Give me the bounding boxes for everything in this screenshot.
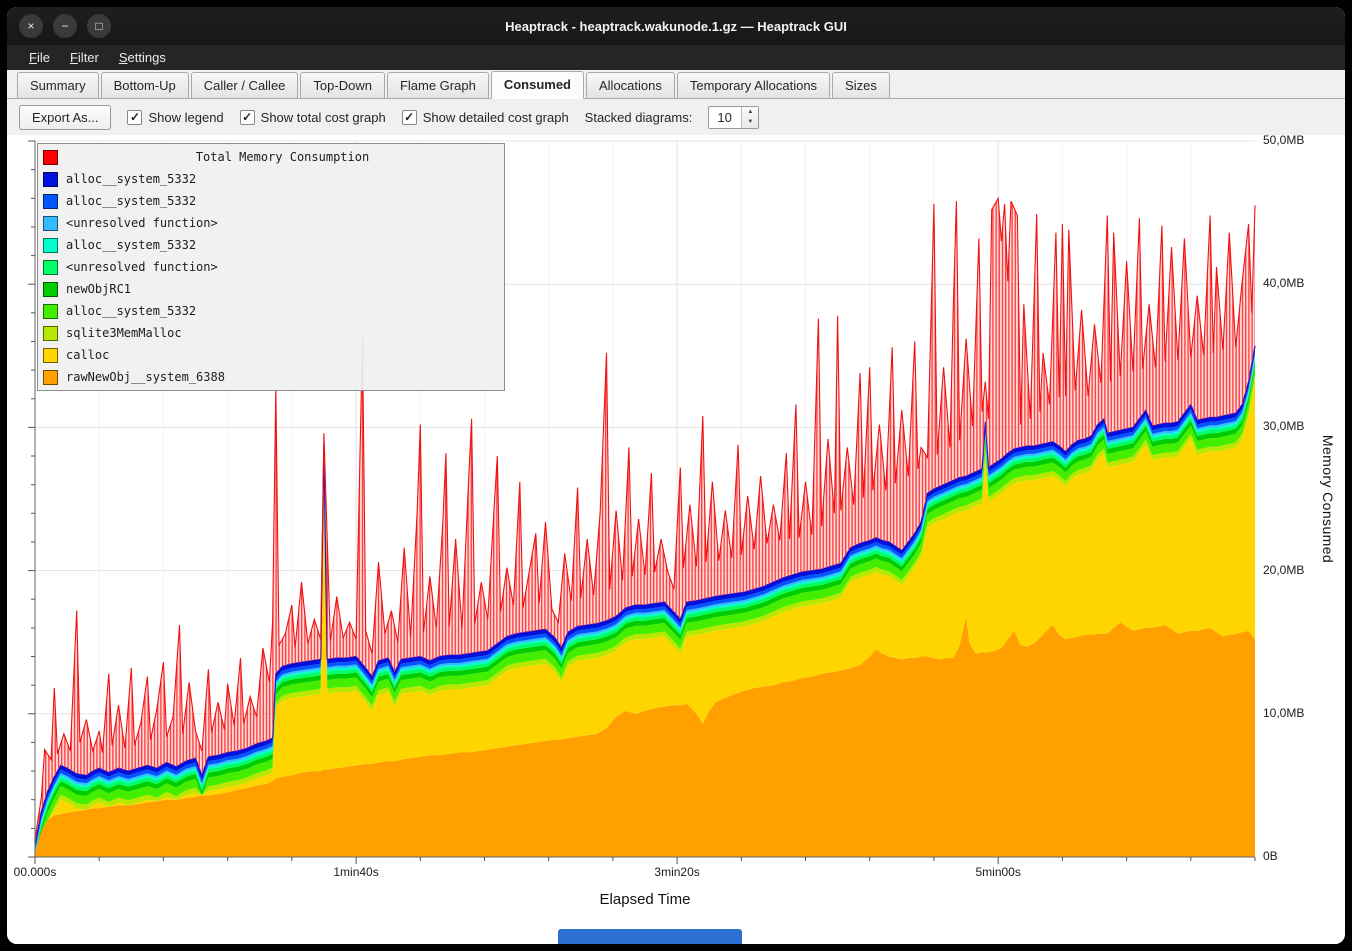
legend-row: sqlite3MemMalloc bbox=[38, 322, 504, 344]
legend-swatch bbox=[43, 260, 58, 275]
spin-up-icon: ▲ bbox=[747, 109, 753, 115]
legend-swatch bbox=[43, 216, 58, 231]
chart-legend: Total Memory Consumption alloc__system_53… bbox=[37, 143, 505, 391]
menu-settings[interactable]: Settings bbox=[109, 47, 176, 68]
window-controls: × − □ bbox=[19, 14, 111, 38]
checkbox-label: Show total cost graph bbox=[261, 110, 386, 125]
checkbox-label: Show detailed cost graph bbox=[423, 110, 569, 125]
export-as-button[interactable]: Export As... bbox=[19, 105, 111, 130]
menu-file[interactable]: File bbox=[19, 47, 60, 68]
y-tick-label: 10,0MB bbox=[1263, 706, 1304, 720]
stacked-diagrams-label: Stacked diagrams: bbox=[585, 110, 693, 125]
spinbox-up-button[interactable]: ▲ bbox=[742, 107, 758, 118]
legend-row: alloc__system_5332 bbox=[38, 234, 504, 256]
legend-row: alloc__system_5332 bbox=[38, 190, 504, 212]
x-tick-label: 3min20s bbox=[654, 865, 699, 879]
legend-label: <unresolved function> bbox=[66, 260, 218, 274]
tab-summary[interactable]: Summary bbox=[17, 72, 99, 98]
legend-swatch bbox=[43, 370, 58, 385]
tab-allocations[interactable]: Allocations bbox=[586, 72, 675, 98]
y-tick-label: 20,0MB bbox=[1263, 563, 1304, 577]
legend-swatch bbox=[43, 172, 58, 187]
tab-temporary-allocations[interactable]: Temporary Allocations bbox=[677, 72, 830, 98]
legend-label: alloc__system_5332 bbox=[66, 172, 196, 186]
close-icon: × bbox=[27, 20, 34, 32]
minimize-button[interactable]: − bbox=[53, 14, 77, 38]
legend-row: rawNewObj__system_6388 bbox=[38, 366, 504, 388]
checkbox-box[interactable]: ✓ bbox=[402, 110, 417, 125]
tab-caller-callee[interactable]: Caller / Callee bbox=[191, 72, 299, 98]
tab-consumed[interactable]: Consumed bbox=[491, 71, 584, 99]
checkbox-box[interactable]: ✓ bbox=[240, 110, 255, 125]
spinbox-down-button[interactable]: ▼ bbox=[742, 117, 758, 128]
legend-swatch bbox=[43, 304, 58, 319]
checkbox-label: Show legend bbox=[148, 110, 223, 125]
legend-swatch bbox=[43, 150, 58, 165]
bottom-accent-bar bbox=[558, 929, 742, 944]
y-tick-label: 40,0MB bbox=[1263, 276, 1304, 290]
x-axis-title: Elapsed Time bbox=[600, 891, 691, 908]
legend-swatch bbox=[43, 282, 58, 297]
legend-swatch bbox=[43, 194, 58, 209]
minimize-icon: − bbox=[61, 20, 68, 32]
checkbox-show-total-cost-graph[interactable]: ✓ Show total cost graph bbox=[240, 110, 386, 125]
legend-row: alloc__system_5332 bbox=[38, 168, 504, 190]
legend-title-row: Total Memory Consumption bbox=[38, 146, 504, 168]
menu-filter[interactable]: Filter bbox=[60, 47, 109, 68]
y-tick-label: 30,0MB bbox=[1263, 419, 1304, 433]
legend-label: <unresolved function> bbox=[66, 216, 218, 230]
y-axis-title: Memory Consumed bbox=[1320, 435, 1336, 563]
spinbox-value: 10 bbox=[709, 107, 741, 128]
legend-label: alloc__system_5332 bbox=[66, 194, 196, 208]
legend-label: calloc bbox=[66, 348, 109, 362]
chart-area: Total Memory Consumption alloc__system_53… bbox=[7, 135, 1345, 944]
legend-title: Total Memory Consumption bbox=[66, 150, 499, 164]
tab-bar: SummaryBottom-UpCaller / CalleeTop-DownF… bbox=[7, 70, 1345, 99]
legend-label: sqlite3MemMalloc bbox=[66, 326, 182, 340]
check-icon: ✓ bbox=[242, 111, 252, 123]
legend-label: rawNewObj__system_6388 bbox=[66, 370, 225, 384]
legend-row: <unresolved function> bbox=[38, 256, 504, 278]
legend-label: alloc__system_5332 bbox=[66, 238, 196, 252]
x-tick-label: 5min00s bbox=[975, 865, 1020, 879]
x-tick-label: 00.000s bbox=[14, 865, 57, 879]
legend-label: alloc__system_5332 bbox=[66, 304, 196, 318]
legend-swatch bbox=[43, 348, 58, 363]
tab-sizes[interactable]: Sizes bbox=[832, 72, 890, 98]
spin-down-icon: ▼ bbox=[747, 119, 753, 125]
checkbox-show-legend[interactable]: ✓ Show legend bbox=[127, 110, 223, 125]
y-tick-label: 50,0MB bbox=[1263, 133, 1304, 147]
close-button[interactable]: × bbox=[19, 14, 43, 38]
toolbar: Export As... ✓ Show legend ✓ Show total cos… bbox=[7, 99, 1345, 135]
tab-top-down[interactable]: Top-Down bbox=[300, 72, 385, 98]
maximize-button[interactable]: □ bbox=[87, 14, 111, 38]
spinbox-buttons: ▲ ▼ bbox=[741, 107, 758, 128]
check-icon: ✓ bbox=[130, 111, 140, 123]
legend-label: newObjRC1 bbox=[66, 282, 131, 296]
menubar: FileFilterSettings bbox=[7, 45, 1345, 70]
legend-row: newObjRC1 bbox=[38, 278, 504, 300]
stacked-diagrams-spinbox[interactable]: 10 ▲ ▼ bbox=[708, 106, 759, 129]
tab-flame-graph[interactable]: Flame Graph bbox=[387, 72, 489, 98]
maximize-icon: □ bbox=[95, 20, 102, 32]
legend-row: alloc__system_5332 bbox=[38, 300, 504, 322]
titlebar: × − □ Heaptrack - heaptrack.wakunode.1.gz … bbox=[7, 7, 1345, 45]
legend-row: calloc bbox=[38, 344, 504, 366]
checkbox-show-detailed-cost-graph[interactable]: ✓ Show detailed cost graph bbox=[402, 110, 569, 125]
checkbox-box[interactable]: ✓ bbox=[127, 110, 142, 125]
app-window: × − □ Heaptrack - heaptrack.wakunode.1.gz … bbox=[7, 7, 1345, 944]
legend-swatch bbox=[43, 326, 58, 341]
legend-row: <unresolved function> bbox=[38, 212, 504, 234]
window-title: Heaptrack - heaptrack.wakunode.1.gz — He… bbox=[505, 19, 847, 34]
check-icon: ✓ bbox=[404, 111, 414, 123]
legend-swatch bbox=[43, 238, 58, 253]
tab-bottom-up[interactable]: Bottom-Up bbox=[101, 72, 189, 98]
x-tick-label: 1min40s bbox=[333, 865, 378, 879]
y-tick-label: 0B bbox=[1263, 849, 1278, 863]
